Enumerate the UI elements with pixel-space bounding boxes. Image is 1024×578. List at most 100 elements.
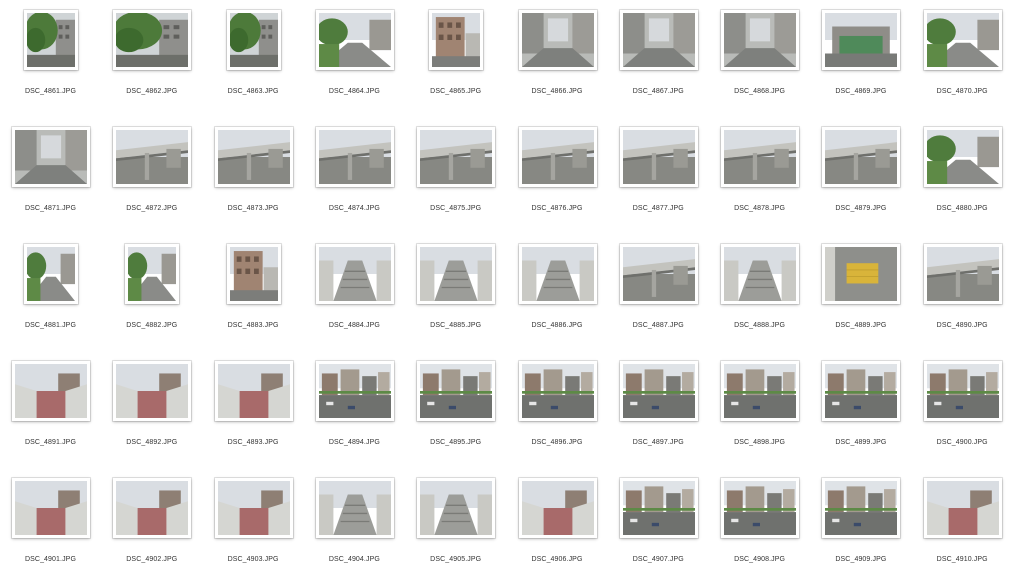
thumbnail-image[interactable] <box>12 361 90 421</box>
file-cell[interactable]: DSC_4880.JPG <box>912 117 1013 233</box>
file-cell[interactable]: DSC_4891.JPG <box>0 351 101 467</box>
file-cell[interactable]: DSC_4861.JPG <box>0 0 101 116</box>
file-cell[interactable]: DSC_4879.JPG <box>810 117 911 233</box>
thumbnail-image[interactable] <box>822 361 901 421</box>
thumbnail-image[interactable] <box>619 127 698 187</box>
thumbnail-image[interactable] <box>315 361 394 421</box>
file-cell[interactable]: DSC_4870.JPG <box>912 0 1013 116</box>
thumbnail-image[interactable] <box>619 244 698 304</box>
file-cell[interactable]: DSC_4872.JPG <box>101 117 202 233</box>
file-cell[interactable]: DSC_4874.JPG <box>304 117 405 233</box>
file-cell[interactable]: DSC_4902.JPG <box>101 468 202 578</box>
file-cell[interactable]: DSC_4864.JPG <box>304 0 405 116</box>
file-cell[interactable]: DSC_4877.JPG <box>608 117 709 233</box>
thumbnail-image[interactable] <box>923 244 1002 304</box>
file-cell[interactable]: DSC_4896.JPG <box>507 351 608 467</box>
file-cell[interactable]: DSC_4899.JPG <box>810 351 911 467</box>
file-cell[interactable]: DSC_4908.JPG <box>709 468 810 578</box>
file-cell[interactable]: DSC_4886.JPG <box>507 234 608 350</box>
file-cell[interactable]: DSC_4883.JPG <box>203 234 304 350</box>
thumbnail-image[interactable] <box>822 10 901 70</box>
file-cell[interactable]: DSC_4906.JPG <box>507 468 608 578</box>
file-cell[interactable]: DSC_4892.JPG <box>101 351 202 467</box>
file-cell[interactable]: DSC_4865.JPG <box>405 0 506 116</box>
thumbnail-image[interactable] <box>417 478 496 538</box>
file-cell[interactable]: DSC_4881.JPG <box>0 234 101 350</box>
thumbnail-image[interactable] <box>315 244 394 304</box>
file-cell[interactable]: DSC_4907.JPG <box>608 468 709 578</box>
thumbnail-image[interactable] <box>226 244 281 304</box>
thumbnail-image[interactable] <box>429 10 484 70</box>
thumbnail-image[interactable] <box>315 10 394 70</box>
thumbnail-image[interactable] <box>721 478 800 538</box>
thumbnail-image[interactable] <box>214 127 293 187</box>
file-cell[interactable]: DSC_4873.JPG <box>203 117 304 233</box>
file-cell[interactable]: DSC_4904.JPG <box>304 468 405 578</box>
file-cell[interactable]: DSC_4897.JPG <box>608 351 709 467</box>
file-cell[interactable]: DSC_4869.JPG <box>810 0 911 116</box>
thumbnail-image[interactable] <box>518 127 597 187</box>
file-cell[interactable]: DSC_4905.JPG <box>405 468 506 578</box>
file-cell[interactable]: DSC_4890.JPG <box>912 234 1013 350</box>
thumbnail-image[interactable] <box>24 10 78 70</box>
file-cell[interactable]: DSC_4893.JPG <box>203 351 304 467</box>
thumbnail-image[interactable] <box>619 10 698 70</box>
file-cell[interactable]: DSC_4862.JPG <box>101 0 202 116</box>
file-cell[interactable]: DSC_4887.JPG <box>608 234 709 350</box>
thumbnail-image[interactable] <box>113 127 192 187</box>
thumbnail-image[interactable] <box>619 361 698 421</box>
thumbnail-image[interactable] <box>822 478 901 538</box>
thumbnail-image[interactable] <box>721 10 800 70</box>
thumbnail-image[interactable] <box>226 10 281 70</box>
thumbnail-image[interactable] <box>518 361 597 421</box>
file-cell[interactable]: DSC_4876.JPG <box>507 117 608 233</box>
file-cell[interactable]: DSC_4885.JPG <box>405 234 506 350</box>
thumbnail-image[interactable] <box>923 127 1002 187</box>
thumbnail-image[interactable] <box>113 478 192 538</box>
thumbnail-image[interactable] <box>125 244 180 304</box>
file-cell[interactable]: DSC_4875.JPG <box>405 117 506 233</box>
thumbnail-image[interactable] <box>24 244 78 304</box>
file-cell[interactable]: DSC_4894.JPG <box>304 351 405 467</box>
file-cell[interactable]: DSC_4909.JPG <box>810 468 911 578</box>
thumbnail-image[interactable] <box>721 244 800 304</box>
file-cell[interactable]: DSC_4910.JPG <box>912 468 1013 578</box>
thumbnail-image[interactable] <box>113 361 192 421</box>
thumbnail-image[interactable] <box>214 478 293 538</box>
file-cell[interactable]: DSC_4871.JPG <box>0 117 101 233</box>
file-cell[interactable]: DSC_4866.JPG <box>507 0 608 116</box>
thumbnail-image[interactable] <box>214 361 293 421</box>
thumbnail-image[interactable] <box>518 10 597 70</box>
thumbnail-image[interactable] <box>721 361 800 421</box>
thumbnail-image[interactable] <box>518 478 597 538</box>
file-cell[interactable]: DSC_4903.JPG <box>203 468 304 578</box>
thumbnail-image[interactable] <box>619 478 698 538</box>
thumbnail-image[interactable] <box>822 244 901 304</box>
file-cell[interactable]: DSC_4868.JPG <box>709 0 810 116</box>
thumbnail-image[interactable] <box>315 127 394 187</box>
file-cell[interactable]: DSC_4867.JPG <box>608 0 709 116</box>
thumbnail-image[interactable] <box>417 244 496 304</box>
thumbnail-image[interactable] <box>12 127 90 187</box>
thumbnail-image[interactable] <box>822 127 901 187</box>
file-cell[interactable]: DSC_4878.JPG <box>709 117 810 233</box>
thumbnail-image[interactable] <box>417 361 496 421</box>
file-cell[interactable]: DSC_4882.JPG <box>101 234 202 350</box>
file-cell[interactable]: DSC_4895.JPG <box>405 351 506 467</box>
file-cell[interactable]: DSC_4901.JPG <box>0 468 101 578</box>
thumbnail-image[interactable] <box>923 478 1002 538</box>
thumbnail-image[interactable] <box>12 478 90 538</box>
thumbnail-image[interactable] <box>923 361 1002 421</box>
thumbnail-image[interactable] <box>417 127 496 187</box>
thumbnail-image[interactable] <box>315 478 394 538</box>
thumbnail-image[interactable] <box>721 127 800 187</box>
file-cell[interactable]: DSC_4898.JPG <box>709 351 810 467</box>
thumbnail-image[interactable] <box>113 10 192 70</box>
file-cell[interactable]: DSC_4884.JPG <box>304 234 405 350</box>
thumbnail-image[interactable] <box>518 244 597 304</box>
thumbnail-image[interactable] <box>923 10 1002 70</box>
file-cell[interactable]: DSC_4888.JPG <box>709 234 810 350</box>
file-cell[interactable]: DSC_4863.JPG <box>203 0 304 116</box>
file-cell[interactable]: DSC_4889.JPG <box>810 234 911 350</box>
file-cell[interactable]: DSC_4900.JPG <box>912 351 1013 467</box>
